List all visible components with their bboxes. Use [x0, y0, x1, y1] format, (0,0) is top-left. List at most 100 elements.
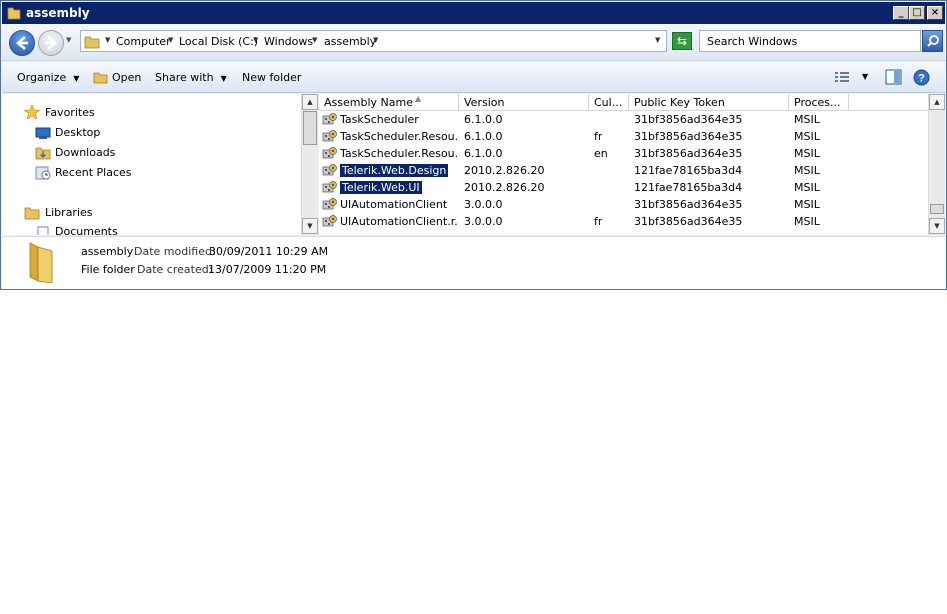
scroll-up-icon[interactable]: ▲ [302, 94, 318, 110]
cell-version: 3.0.0.0 [464, 198, 503, 211]
breadcrumb-assembly[interactable]: assembly [324, 35, 376, 48]
forward-arrow-icon [45, 36, 57, 50]
table-row[interactable]: UIAutomationClient.r... 3.0.0.0 fr 31bf3856… [319, 213, 928, 230]
cell-name: Telerik.Web.UI [340, 181, 422, 194]
nav-libraries[interactable]: Libraries [45, 206, 93, 219]
details-created-label: Date created: [137, 263, 213, 276]
table-row[interactable]: TaskScheduler.Resou... 6.1.0.0 fr 31bf3856a… [319, 128, 928, 145]
nav-desktop[interactable]: Desktop [55, 126, 100, 139]
view-options-chevron-icon[interactable]: ▼ [862, 72, 868, 81]
recent-places-icon [35, 166, 51, 180]
back-button[interactable] [9, 30, 35, 56]
chevron-down-icon: ▼ [220, 74, 227, 83]
preview-pane-icon[interactable] [885, 69, 902, 85]
column-header-public-key-token[interactable]: Public Key Token [629, 94, 789, 111]
nav-documents[interactable]: Documents [55, 225, 118, 235]
cell-processor: MSIL [794, 215, 820, 228]
organize-label: Organize [17, 71, 67, 84]
details-modified-label: Date modified: [134, 245, 216, 258]
column-header-version[interactable]: Version [459, 94, 589, 111]
cell-public-key-token: 31bf3856ad364e35 [634, 215, 743, 228]
details-type: File folder [81, 263, 135, 276]
cell-version: 6.1.0.0 [464, 147, 503, 160]
cell-public-key-token: 31bf3856ad364e35 [634, 147, 743, 160]
downloads-folder-icon [35, 147, 51, 160]
scroll-down-icon[interactable]: ▼ [929, 218, 945, 234]
cell-processor: MSIL [794, 198, 820, 211]
new-folder-button[interactable]: New folder [242, 71, 301, 84]
table-row[interactable]: TaskScheduler.Resou... 6.1.0.0 en 31bf3856a… [319, 145, 928, 162]
close-button[interactable]: × [927, 6, 943, 20]
cell-processor: MSIL [794, 164, 820, 177]
refresh-icon: ⇆ [676, 34, 688, 48]
navigation-pane: Favorites Desktop Downloads Recent Place… [2, 94, 302, 235]
assembly-list: Assembly Name ▲ Version Cul... Public Ke… [319, 94, 928, 235]
cell-version: 2010.2.826.20 [464, 181, 545, 194]
back-arrow-icon [16, 36, 28, 50]
nav-favorites[interactable]: Favorites [45, 106, 95, 119]
table-row[interactable]: Telerik.Web.Design 2010.2.826.20 121fae781… [319, 162, 928, 179]
refresh-button[interactable]: ⇆ [672, 32, 692, 50]
crumb-separator-icon[interactable]: ▼ [168, 36, 173, 44]
cell-name: UIAutomationClient.r... [340, 215, 458, 228]
crumb-separator-icon[interactable]: ▼ [105, 36, 110, 44]
address-bar: ▼ ▼ Computer ▼ Local Disk (C:) ▼ Windows… [2, 24, 945, 61]
cell-public-key-token: 31bf3856ad364e35 [634, 113, 743, 126]
search-button[interactable] [922, 30, 943, 52]
column-token-label: Public Key Token [634, 96, 725, 109]
recent-pages-chevron-icon[interactable]: ▼ [66, 36, 71, 44]
view-details-icon[interactable] [834, 70, 850, 84]
details-pane: assembly Date modified: 30/09/2011 10:29… [2, 236, 945, 289]
nav-recent-places[interactable]: Recent Places [55, 166, 132, 179]
table-row[interactable]: Telerik.Web.UI 2010.2.826.20 121fae78165ba… [319, 179, 928, 196]
title-bar[interactable]: assembly _ □ × [2, 2, 945, 24]
column-header-culture[interactable]: Cul... [589, 94, 629, 111]
table-row[interactable]: TaskScheduler 6.1.0.0 31bf3856ad364e35 MSIL [319, 111, 928, 128]
cell-public-key-token: 121fae78165ba3d4 [634, 164, 743, 177]
address-dropdown-icon[interactable]: ▼ [655, 36, 660, 44]
search-input[interactable]: Search Windows [699, 30, 921, 52]
column-processor-label: Proces... [794, 96, 841, 109]
explorer-window: assembly _ □ × ▼ ▼ Computer ▼ Local Disk… [0, 0, 947, 290]
cell-public-key-token: 121fae78165ba3d4 [634, 181, 743, 194]
star-icon [24, 105, 40, 119]
crumb-separator-icon[interactable]: ▼ [253, 36, 258, 44]
minimize-button[interactable]: _ [893, 6, 909, 20]
cell-name: TaskScheduler.Resou... [340, 130, 458, 143]
scroll-thumb[interactable] [303, 111, 317, 145]
chevron-down-icon: ▼ [73, 74, 80, 83]
column-header-name[interactable]: Assembly Name ▲ [319, 94, 459, 111]
navigation-scrollbar[interactable]: ▲ ▼ [301, 94, 318, 235]
nav-downloads[interactable]: Downloads [55, 146, 115, 159]
breadcrumb-local-disk[interactable]: Local Disk (C:) [179, 35, 258, 48]
folder-icon [84, 36, 100, 49]
assembly-icon [322, 147, 337, 159]
crumb-separator-icon[interactable]: ▼ [373, 36, 378, 44]
scroll-thumb[interactable] [930, 204, 944, 214]
forward-button[interactable] [38, 30, 64, 56]
list-scrollbar[interactable]: ▲ ▼ [928, 94, 945, 235]
table-row[interactable]: UIAutomationClient 3.0.0.0 31bf3856ad364e3… [319, 196, 928, 213]
scroll-down-icon[interactable]: ▼ [302, 218, 318, 234]
share-with-button[interactable]: Share with ▼ [155, 71, 227, 84]
breadcrumb-computer[interactable]: Computer [116, 35, 171, 48]
crumb-separator-icon[interactable]: ▼ [312, 36, 317, 44]
address-field[interactable]: ▼ Computer ▼ Local Disk (C:) ▼ Windows ▼… [80, 30, 667, 52]
sort-ascending-icon: ▲ [415, 94, 422, 103]
details-name: assembly [81, 245, 134, 258]
help-icon[interactable]: ? [913, 69, 930, 86]
scroll-up-icon[interactable]: ▲ [929, 94, 945, 110]
column-header-processor[interactable]: Proces... [789, 94, 849, 111]
large-folder-icon [29, 242, 53, 283]
cell-version: 6.1.0.0 [464, 113, 503, 126]
cell-processor: MSIL [794, 113, 820, 126]
folder-icon [7, 7, 21, 20]
cell-culture: en [594, 147, 608, 160]
breadcrumb-windows[interactable]: Windows [264, 35, 313, 48]
maximize-button[interactable]: □ [909, 6, 925, 20]
open-button[interactable]: Open [112, 71, 141, 84]
cell-name: Telerik.Web.Design [340, 164, 449, 177]
organize-button[interactable]: Organize ▼ [17, 71, 79, 84]
assembly-icon [322, 164, 337, 176]
column-header-filler [849, 94, 928, 111]
